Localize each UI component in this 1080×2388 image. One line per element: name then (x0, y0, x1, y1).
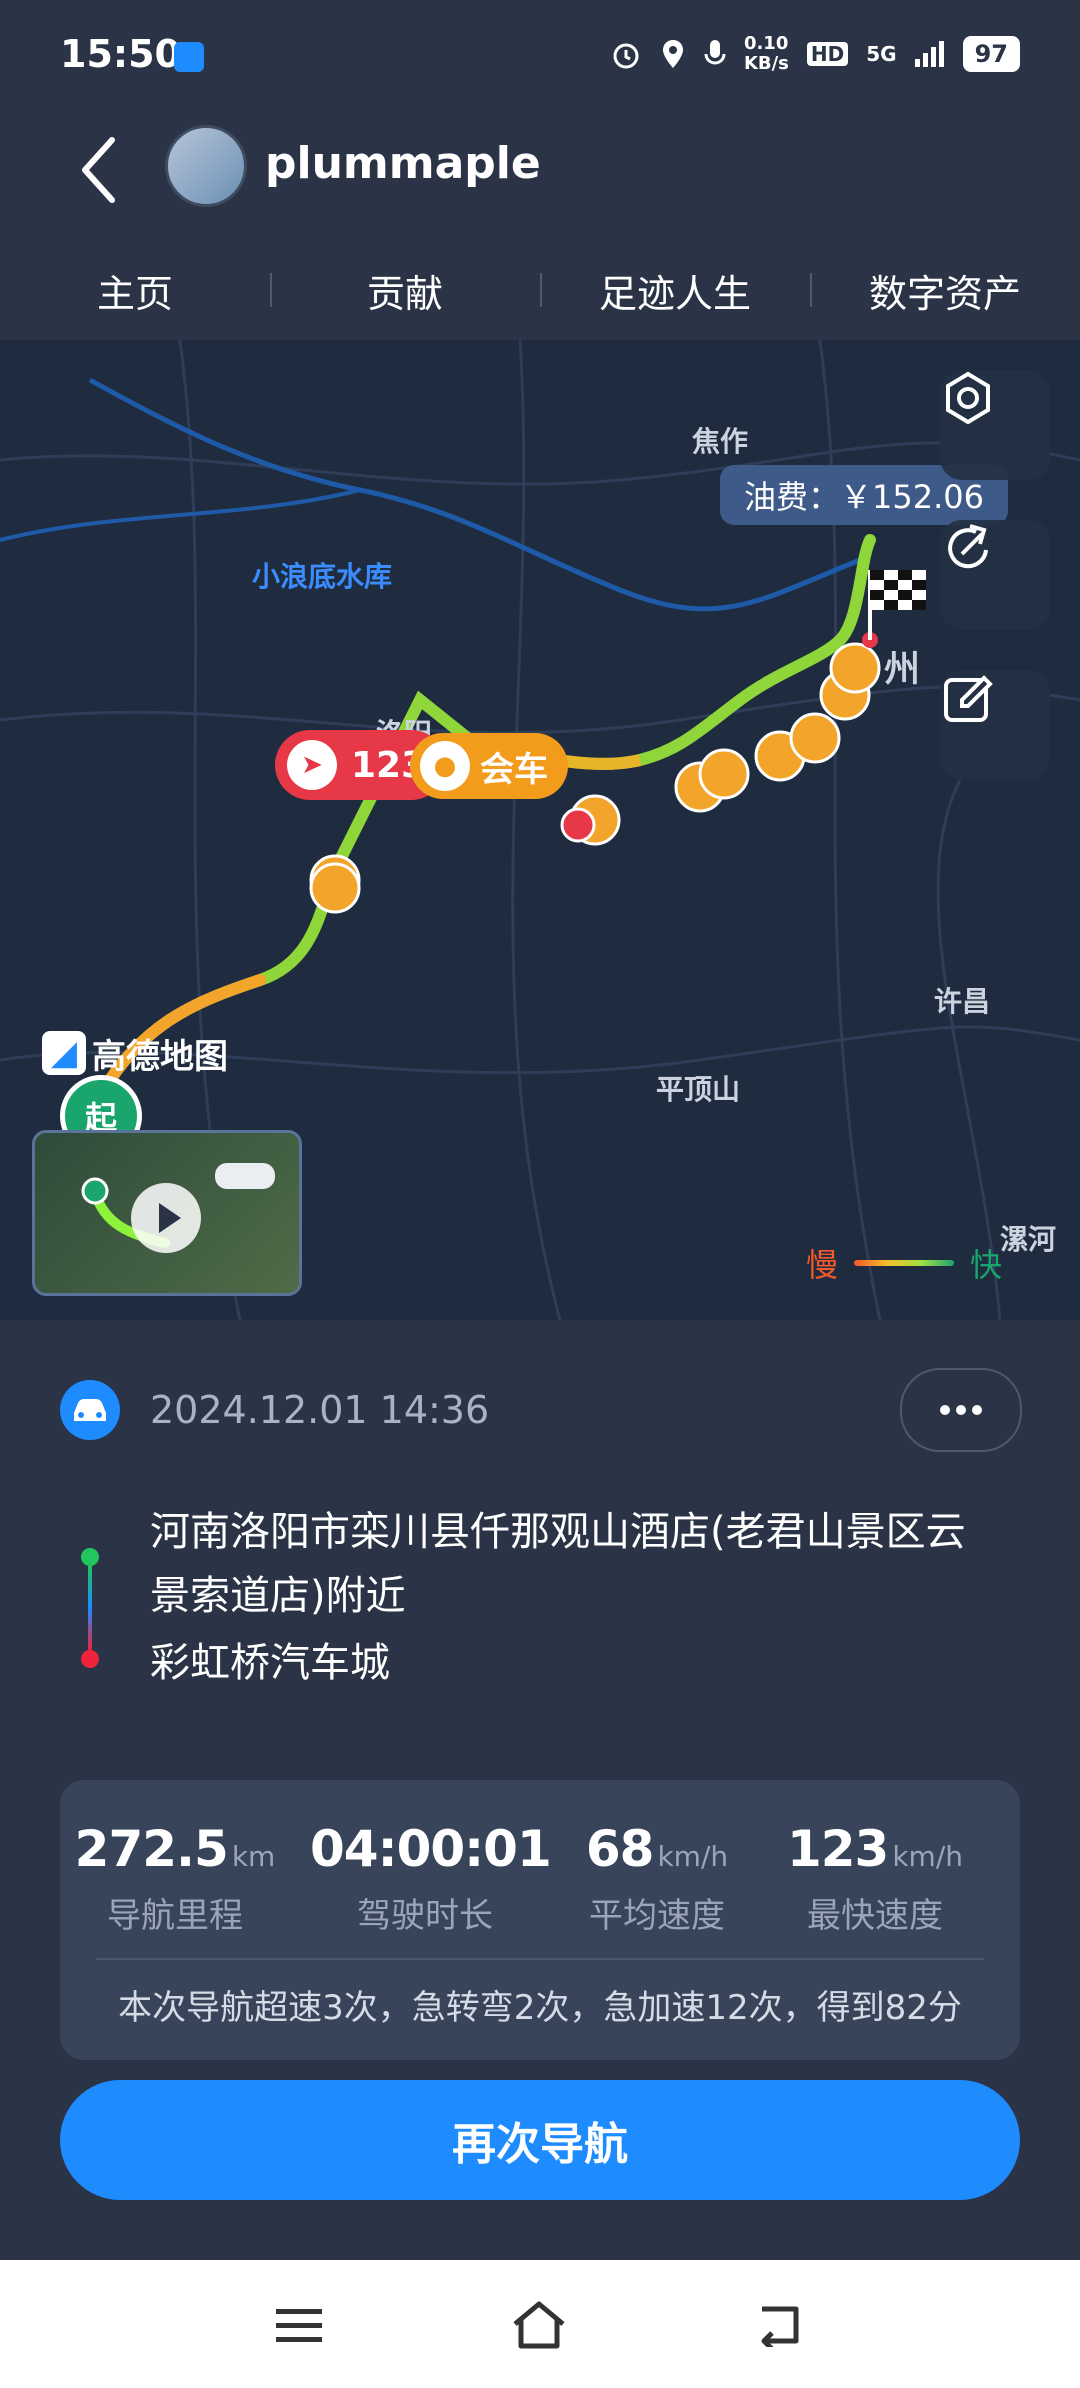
back-icon[interactable] (70, 130, 130, 210)
amap-logo: ◢ 高德地图 (42, 1030, 228, 1077)
username: plummaple (265, 138, 541, 189)
profile-header: plummaple (0, 110, 1080, 260)
back-nav-button[interactable] (744, 2290, 814, 2360)
tab-footprint[interactable]: 足迹人生 (540, 263, 810, 318)
amap-logo-text: 高德地图 (92, 1036, 228, 1077)
status-bar: 15:50 0.10 KB/s HD 5G 97 (0, 0, 1080, 110)
network-speed: 0.10 KB/s (743, 33, 789, 74)
stat-duration: 04:00:01 驾驶时长 (310, 1820, 552, 1936)
meet-car-label: 会车 (480, 749, 548, 790)
share-button[interactable] (940, 520, 1050, 630)
hd-badge: HD (806, 42, 849, 66)
menu-button[interactable] (264, 2290, 334, 2360)
tab-digital-assets[interactable]: 数字资产 (810, 263, 1080, 318)
edit-icon (944, 675, 993, 722)
stat-avg-speed: 68 km/h 平均速度 (585, 1820, 729, 1936)
signal-icon (914, 41, 944, 67)
avatar[interactable] (165, 125, 247, 207)
more-options-button[interactable] (900, 1368, 1022, 1452)
car-icon: ● (420, 741, 470, 791)
stat-distance: 272.5 km 导航里程 (74, 1820, 276, 1936)
play-icon (159, 1203, 181, 1233)
battery-indicator: 97 (962, 36, 1020, 72)
settings-icon (946, 371, 990, 425)
status-time: 15:50 (60, 32, 181, 76)
origin-dot (81, 1548, 99, 1566)
profile-tabs: 主页 贡献 足迹人生 数字资产 (0, 240, 1080, 340)
app-notification-icon (174, 42, 204, 72)
edit-button[interactable] (940, 670, 1050, 780)
network-type: 5G (866, 42, 897, 66)
share-icon (948, 524, 988, 569)
trip-detail-panel: 2024.12.01 14:36 河南洛阳市栾川县仟那观山酒店(老君山景区云景索… (0, 1320, 1080, 2260)
speed-legend-bar (854, 1260, 955, 1266)
map-label-reservoir: 小浪底水库 (252, 560, 393, 593)
home-icon (513, 2301, 565, 2349)
location-icon (662, 40, 683, 68)
map-label-zhou: 州 (884, 649, 921, 690)
meet-car-pill[interactable]: ● 会车 (410, 733, 568, 799)
rocket-icon: ➤ (287, 740, 337, 790)
route-connector (88, 1566, 92, 1650)
car-icon (60, 1380, 120, 1440)
route-map[interactable]: 焦作 小浪底水库 洛阳 州 许昌 平顶山 漯河 油费：￥152.06 ➤ 123… (0, 340, 1080, 1320)
speed-legend-fast: 快 (970, 1246, 1003, 1284)
tab-home[interactable]: 主页 (0, 263, 270, 318)
alarm-icon (613, 43, 639, 69)
map-label-luohe: 漯河 (1000, 1223, 1057, 1256)
speed-legend: 慢 快 (806, 1240, 1002, 1286)
settings-button[interactable] (940, 370, 1050, 480)
tab-contribution[interactable]: 贡献 (270, 263, 540, 318)
amap-logo-icon: ◢ (42, 1031, 86, 1075)
route-video-thumbnail[interactable] (32, 1130, 302, 1296)
stats-divider (96, 1958, 984, 1960)
speed-legend-slow: 慢 (806, 1246, 839, 1284)
play-button[interactable] (131, 1183, 201, 1253)
stat-max-speed: 123 km/h 最快速度 (786, 1820, 964, 1936)
driving-summary: 本次导航超速3次，急转弯2次，急加速12次，得到82分 (118, 1988, 962, 2028)
more-icon (940, 1405, 982, 1415)
map-label-xuchang: 许昌 (934, 985, 991, 1018)
trip-stats-card: 272.5 km 导航里程 04:00:01 驾驶时长 68 km/h 平均速度 1… (60, 1780, 1020, 2060)
status-icons: 0.10 KB/s HD 5G 97 (610, 34, 1020, 74)
system-navigation-bar (0, 2260, 1080, 2388)
origin-address: 河南洛阳市栾川县仟那观山酒店(老君山景区云景索道店)附近 (150, 1509, 966, 1619)
map-label-jiaozuo: 焦作 (692, 425, 749, 458)
mic-icon (704, 40, 726, 65)
map-label-pingdingshan: 平顶山 (656, 1073, 741, 1106)
navigate-again-button[interactable]: 再次导航 (60, 2080, 1020, 2200)
menu-icon (276, 2309, 322, 2342)
destination-address: 彩虹桥汽车城 (150, 1640, 390, 1686)
home-button[interactable] (504, 2290, 574, 2360)
back-arrow-icon (761, 2306, 799, 2347)
trip-datetime: 2024.12.01 14:36 (150, 1388, 490, 1432)
destination-dot (81, 1650, 99, 1668)
